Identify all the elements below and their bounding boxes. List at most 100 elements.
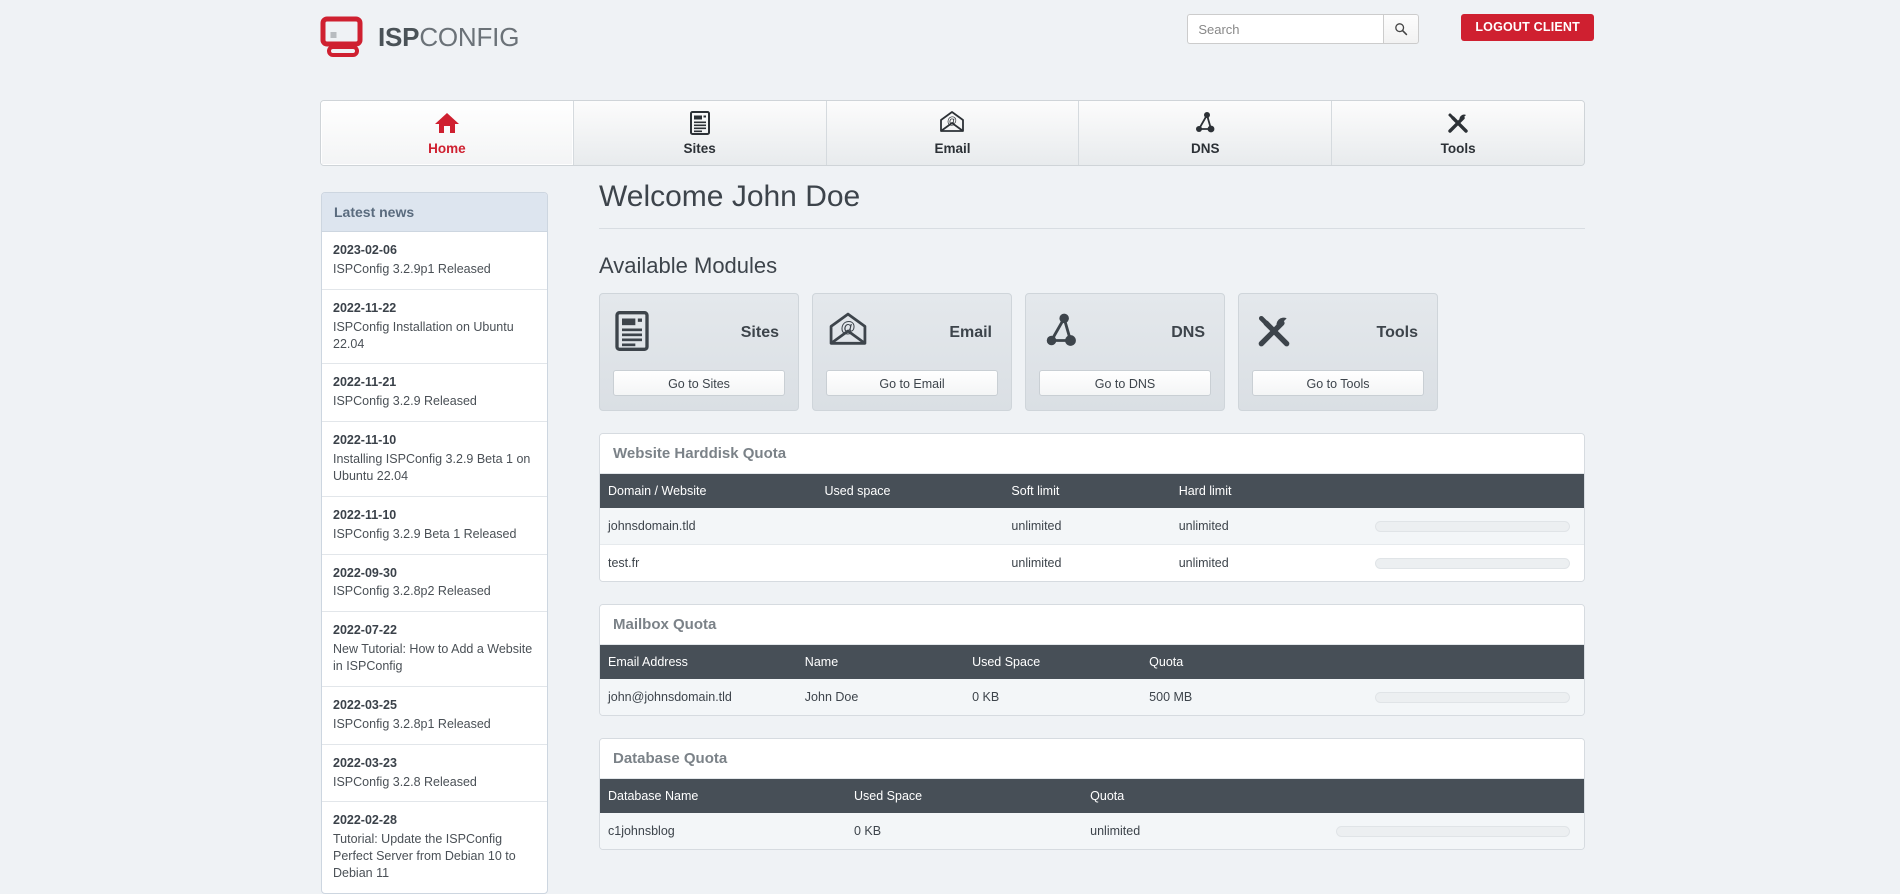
logo-text-config: CONFIG (419, 22, 520, 52)
page-title: Welcome John Doe (599, 180, 1585, 229)
sites-icon (615, 310, 649, 356)
news-date: 2022-11-10 (333, 507, 397, 522)
news-date: 2022-11-10 (333, 433, 397, 448)
module-card-dns[interactable]: DNS Go to DNS (1025, 293, 1225, 411)
cell-used-space: 0 KB (964, 679, 1142, 715)
quota-progress-bar (1375, 520, 1570, 532)
home-icon (434, 110, 460, 136)
cell-progress (1367, 508, 1584, 545)
mailbox-quota-panel: Mailbox Quota Email Address Name Used Sp… (599, 604, 1585, 716)
cell-domain: johnsdomain.tld (600, 508, 817, 545)
dns-icon (1193, 110, 1217, 136)
module-title: DNS (1171, 324, 1205, 341)
cell-database-name: c1johnsblog (600, 813, 846, 849)
news-date: 2022-11-21 (333, 375, 397, 390)
col-email-address: Email Address (600, 645, 797, 679)
logo-text: ISPCONFIG (378, 24, 519, 50)
news-title: Installing ISPConfig 3.2.9 Beta 1 on Ubu… (333, 452, 531, 483)
table-row[interactable]: test.fr unlimited unlimited (600, 544, 1584, 581)
list-item[interactable]: 2022-11-21 ISPConfig 3.2.9 Released (322, 364, 547, 423)
header-actions: LOGOUT CLIENT (1187, 14, 1594, 44)
news-title: ISPConfig 3.2.8 Released (333, 774, 477, 789)
list-item[interactable]: 2022-11-10 Installing ISPConfig 3.2.9 Be… (322, 422, 547, 497)
cell-email-address: john@johnsdomain.tld (600, 679, 797, 715)
list-item[interactable]: 2022-09-30 ISPConfig 3.2.8p2 Released (322, 555, 547, 613)
tab-home[interactable]: Home (321, 101, 574, 165)
main-navigation: Home Sites @ Email DNS Tools (320, 100, 1585, 166)
list-item[interactable]: 2022-02-28 Tutorial: Update the ISPConfi… (322, 802, 547, 893)
list-item[interactable]: 2023-02-06 ISPConfig 3.2.9p1 Released (322, 232, 547, 290)
tab-dns[interactable]: DNS (1079, 101, 1333, 165)
go-to-sites-button[interactable]: Go to Sites (613, 370, 785, 396)
news-title: Tutorial: Update the ISPConfig Perfect S… (333, 832, 516, 880)
module-card-tools[interactable]: Tools Go to Tools (1238, 293, 1438, 411)
cell-hard-limit: unlimited (1170, 544, 1368, 581)
go-to-tools-button[interactable]: Go to Tools (1252, 370, 1424, 396)
database-quota-panel: Database Quota Database Name Used Space … (599, 738, 1585, 850)
news-date: 2022-11-22 (333, 300, 397, 315)
news-date: 2023-02-06 (333, 243, 397, 257)
col-used-space: Used Space (846, 779, 1083, 813)
tab-email[interactable]: @ Email (826, 101, 1080, 165)
website-quota-panel: Website Harddisk Quota Domain / Website … (599, 433, 1585, 582)
col-progress (1367, 474, 1584, 508)
col-database-name: Database Name (600, 779, 846, 813)
app-logo[interactable]: ISPCONFIG (320, 16, 519, 58)
cell-quota: 500 MB (1141, 679, 1368, 715)
col-name: Name (796, 645, 965, 679)
svg-text:@: @ (840, 319, 856, 336)
search-button[interactable] (1383, 14, 1420, 44)
news-date: 2022-07-22 (333, 623, 397, 638)
news-list: 2023-02-06 ISPConfig 3.2.9p1 Released 20… (322, 232, 547, 893)
col-used-space: Used space (816, 474, 1004, 508)
cell-progress (1328, 813, 1584, 849)
table-row[interactable]: john@johnsdomain.tld John Doe 0 KB 500 M… (600, 679, 1584, 715)
list-item[interactable]: 2022-11-22 ISPConfig Installation on Ubu… (322, 290, 547, 365)
available-modules-title: Available Modules (599, 253, 778, 278)
list-item[interactable]: 2022-03-23 ISPConfig 3.2.8 Released (322, 745, 547, 803)
news-title: ISPConfig 3.2.8p2 Released (333, 584, 491, 599)
module-title: Sites (740, 324, 779, 341)
go-to-dns-button[interactable]: Go to DNS (1039, 370, 1211, 396)
sites-icon (689, 110, 710, 136)
module-card-email[interactable]: @ Email Go to Email (812, 293, 1012, 411)
latest-news-panel: Latest news 2023-02-06 ISPConfig 3.2.9p1… (321, 192, 548, 894)
table-header-row: Email Address Name Used Space Quota (600, 645, 1584, 679)
list-item[interactable]: 2022-07-22 New Tutorial: How to Add a We… (322, 612, 547, 687)
module-title: Tools (1376, 324, 1418, 341)
tab-sites[interactable]: Sites (573, 101, 827, 165)
cell-soft-limit: unlimited (1003, 544, 1171, 581)
tab-tools[interactable]: Tools (1332, 101, 1584, 165)
news-title: ISPConfig 3.2.9 Beta 1 Released (333, 526, 517, 541)
news-title: New Tutorial: How to Add a Website in IS… (333, 642, 533, 673)
mailbox-quota-table: Email Address Name Used Space Quota john… (600, 645, 1584, 715)
tab-sites-label: Sites (683, 141, 716, 156)
module-card-sites[interactable]: Sites Go to Sites (599, 293, 799, 411)
col-hard-limit: Hard limit (1170, 474, 1368, 508)
list-item[interactable]: 2022-11-10 ISPConfig 3.2.9 Beta 1 Releas… (322, 497, 547, 555)
table-row[interactable]: johnsdomain.tld unlimited unlimited (600, 508, 1584, 545)
search-input[interactable] (1187, 14, 1384, 44)
latest-news-title: Latest news (322, 193, 547, 232)
col-domain: Domain / Website (600, 474, 817, 508)
table-row[interactable]: c1johnsblog 0 KB unlimited (600, 813, 1584, 849)
module-cards: Sites Go to Sites @ Email Go to Email DN… (599, 293, 1585, 411)
table-header-row: Domain / Website Used space Soft limit H… (600, 474, 1584, 508)
logout-client-button[interactable]: LOGOUT CLIENT (1461, 14, 1594, 41)
tab-dns-label: DNS (1191, 141, 1220, 156)
col-quota: Quota (1082, 779, 1329, 813)
tools-icon (1254, 312, 1294, 355)
top-header: ISPCONFIG LOGOUT CLIENT (0, 0, 1900, 70)
go-to-email-button[interactable]: Go to Email (826, 370, 998, 396)
news-date: 2022-02-28 (333, 813, 397, 828)
email-icon: @ (939, 110, 965, 136)
module-title: Email (949, 324, 992, 341)
news-date: 2022-03-23 (333, 755, 397, 770)
news-title: ISPConfig Installation on Ubuntu 22.04 (333, 319, 514, 351)
col-used-space: Used Space (964, 645, 1142, 679)
cell-hard-limit: unlimited (1170, 508, 1368, 545)
cell-domain: test.fr (600, 544, 817, 581)
col-progress (1367, 645, 1584, 679)
mailbox-quota-title: Mailbox Quota (600, 605, 1584, 645)
list-item[interactable]: 2022-03-25 ISPConfig 3.2.8p1 Released (322, 687, 547, 745)
